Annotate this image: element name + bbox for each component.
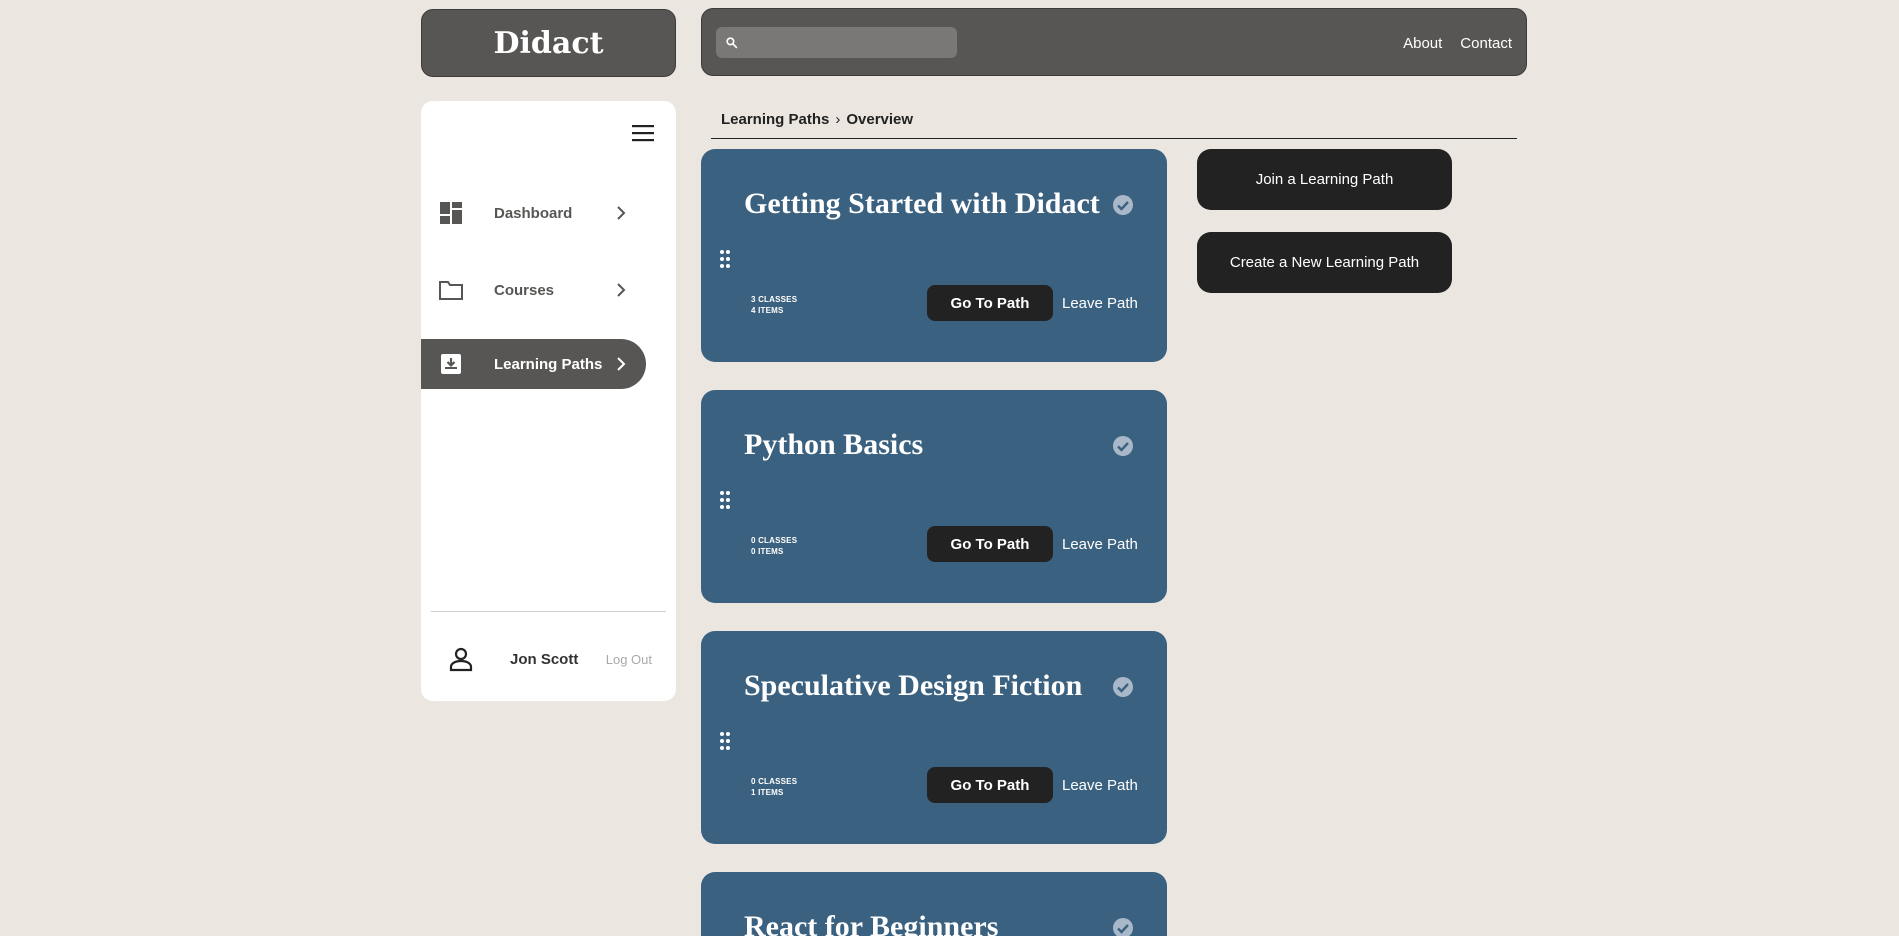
sidebar-item-courses[interactable]: Courses: [421, 265, 646, 315]
learning-path-card: Getting Started with Didact 3 CLASSES 4 …: [701, 149, 1167, 362]
drag-handle-icon[interactable]: [719, 731, 731, 751]
chevron-right-icon: [616, 357, 626, 371]
item-count: 4 ITEMS: [751, 306, 784, 315]
chevron-right-icon: [616, 206, 626, 220]
go-to-path-button[interactable]: Go To Path: [927, 767, 1053, 803]
breadcrumb-current: Overview: [846, 110, 914, 128]
go-to-path-button[interactable]: Go To Path: [927, 285, 1053, 321]
breadcrumb-separator: ›: [835, 110, 841, 128]
search-icon: [726, 37, 738, 49]
leave-path-link[interactable]: Leave Path: [1062, 285, 1138, 321]
sidebar: Dashboard Courses Learning Paths Jon Sco…: [421, 101, 676, 701]
card-meta: 0 CLASSES 0 ITEMS: [751, 535, 797, 557]
card-meta: 0 CLASSES 1 ITEMS: [751, 776, 797, 798]
contact-link[interactable]: Contact: [1460, 35, 1512, 52]
item-count: 0 ITEMS: [751, 547, 784, 556]
check-circle-icon: [1113, 436, 1133, 456]
user-section: Jon Scott Log Out: [421, 639, 676, 679]
user-icon: [448, 646, 474, 672]
folder-icon: [439, 278, 463, 302]
dashboard-icon: [439, 201, 463, 225]
user-name: Jon Scott: [510, 650, 579, 668]
drag-handle-icon[interactable]: [719, 249, 731, 269]
check-circle-icon: [1113, 195, 1133, 215]
search-box[interactable]: [716, 27, 957, 58]
search-input[interactable]: [744, 33, 954, 52]
chevron-right-icon: [616, 283, 626, 297]
learning-path-card: Python Basics 0 CLASSES 0 ITEMS Go To Pa…: [701, 390, 1167, 603]
app-logo[interactable]: Didact: [421, 9, 676, 77]
leave-path-link[interactable]: Leave Path: [1062, 767, 1138, 803]
top-nav: About Contact: [1403, 9, 1512, 77]
create-learning-path-button[interactable]: Create a New Learning Path: [1197, 232, 1452, 293]
card-title: Getting Started with Didact: [744, 187, 1100, 220]
leave-path-link[interactable]: Leave Path: [1062, 526, 1138, 562]
card-title: Speculative Design Fiction: [744, 669, 1083, 702]
check-circle-icon: [1113, 918, 1133, 936]
item-count: 1 ITEMS: [751, 788, 784, 797]
about-link[interactable]: About: [1403, 35, 1442, 52]
class-count: 0 CLASSES: [751, 536, 798, 545]
breadcrumb: Learning Paths › Overview: [711, 100, 1517, 139]
sidebar-item-label: Learning Paths: [494, 355, 603, 373]
card-meta: 3 CLASSES 4 ITEMS: [751, 294, 797, 316]
sidebar-item-dashboard[interactable]: Dashboard: [421, 188, 646, 238]
logout-link[interactable]: Log Out: [606, 652, 652, 667]
check-circle-icon: [1113, 677, 1133, 697]
card-title: Python Basics: [744, 428, 924, 461]
class-count: 3 CLASSES: [751, 295, 798, 304]
class-count: 0 CLASSES: [751, 777, 798, 786]
learning-path-card: React for Beginners: [701, 872, 1167, 936]
sidebar-item-learning-paths[interactable]: Learning Paths: [421, 339, 646, 389]
top-bar: About Contact: [701, 8, 1527, 76]
sidebar-item-label: Dashboard: [494, 204, 573, 222]
drag-handle-icon[interactable]: [719, 490, 731, 510]
learning-path-card: Speculative Design Fiction 0 CLASSES 1 I…: [701, 631, 1167, 844]
sidebar-divider: [431, 611, 666, 612]
go-to-path-button[interactable]: Go To Path: [927, 526, 1053, 562]
card-title: React for Beginners: [744, 910, 999, 936]
learning-path-icon: [439, 352, 463, 376]
sidebar-item-label: Courses: [494, 281, 555, 299]
hamburger-menu-icon[interactable]: [632, 124, 654, 142]
breadcrumb-parent[interactable]: Learning Paths: [721, 111, 829, 128]
join-learning-path-button[interactable]: Join a Learning Path: [1197, 149, 1452, 210]
